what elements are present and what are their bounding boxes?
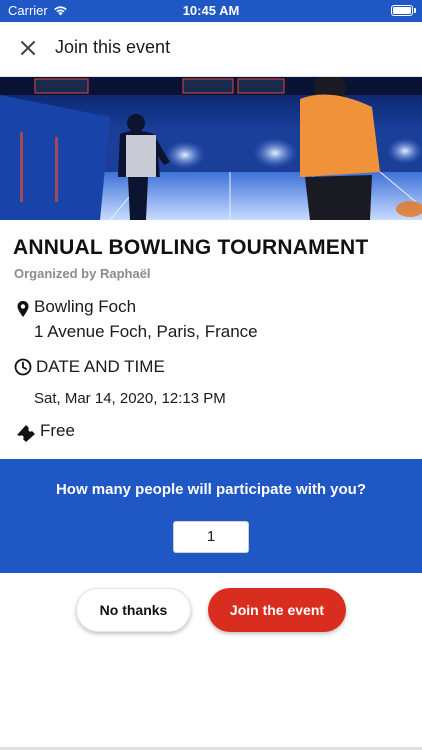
event-photo: [0, 77, 422, 220]
join-event-button[interactable]: Join the event: [208, 588, 346, 632]
navigation-bar: Join this event: [0, 22, 422, 77]
close-icon[interactable]: [16, 36, 40, 60]
bowling-scene-illustration: [0, 77, 422, 220]
event-organizer: Organized by Raphaël: [14, 266, 151, 281]
participant-count-input[interactable]: 1: [173, 521, 249, 553]
clock-time: 10:45 AM: [182, 3, 240, 18]
clock-icon: [14, 358, 32, 376]
event-title: ANNUAL BOWLING TOURNAMENT: [13, 236, 369, 259]
battery-icon: [391, 5, 416, 16]
participation-question: How many people will participate with yo…: [55, 481, 367, 498]
ticket-icon: [17, 425, 35, 442]
location-pin-icon: [17, 301, 29, 317]
datetime-value: Sat, Mar 14, 2020, 12:13 PM: [34, 390, 226, 407]
venue-address: 1 Avenue Foch, Paris, France: [34, 322, 258, 341]
venue-name: Bowling Foch: [34, 297, 137, 316]
participation-section: How many people will participate with yo…: [0, 459, 422, 573]
no-thanks-button[interactable]: No thanks: [76, 588, 191, 632]
event-price: Free: [40, 421, 75, 440]
page-title: Join this event: [55, 37, 171, 57]
datetime-label: DATE AND TIME: [36, 357, 165, 376]
status-bar: Carrier 10:45 AM: [0, 0, 422, 22]
